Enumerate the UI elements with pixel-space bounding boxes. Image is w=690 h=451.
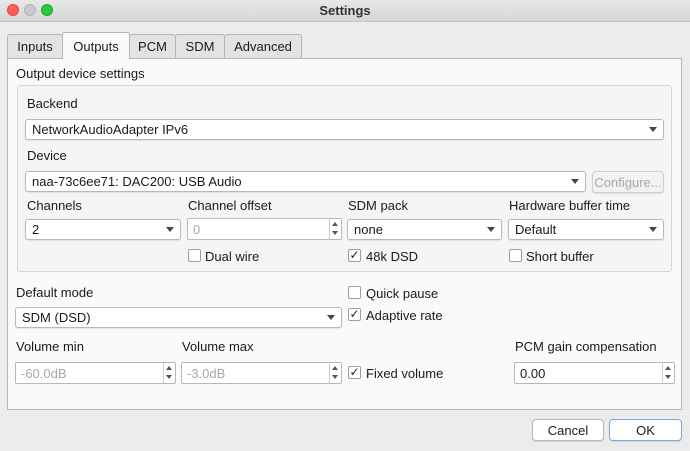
channel-offset-label: Channel offset: [188, 198, 272, 213]
chevron-down-icon: [166, 227, 174, 232]
channel-offset-value: 0: [193, 221, 201, 237]
output-group-title: Output device settings: [16, 66, 145, 81]
pcm-gain-label: PCM gain compensation: [515, 339, 657, 354]
backend-select[interactable]: NetworkAudioAdapter IPv6: [25, 119, 664, 140]
backend-value: NetworkAudioAdapter IPv6: [32, 122, 189, 137]
quick-pause-label: Quick pause: [366, 286, 439, 301]
spin-up-icon: [166, 366, 172, 370]
spin-up-icon: [332, 222, 338, 226]
channels-select[interactable]: 2: [25, 219, 181, 240]
spin-up-icon: [665, 366, 671, 370]
device-value: naa-73c6ee71: DAC200: USB Audio: [32, 174, 242, 189]
spin-up-icon: [332, 366, 338, 370]
volume-max-spinbox[interactable]: -3.0dB: [181, 362, 342, 384]
chevron-down-icon: [649, 227, 657, 232]
dual-wire-checkbox[interactable]: [188, 249, 201, 262]
volume-min-value: -60.0dB: [21, 365, 67, 381]
short-buffer-checkbox[interactable]: [509, 249, 522, 262]
channels-value: 2: [32, 222, 40, 237]
dsd48k-checkbox[interactable]: ✓: [348, 249, 361, 262]
window-title: Settings: [319, 3, 371, 18]
default-mode-select[interactable]: SDM (DSD): [15, 307, 342, 328]
pcm-gain-value: 0.00: [520, 365, 546, 381]
tab-advanced[interactable]: Advanced: [224, 34, 302, 58]
hw-buffer-label: Hardware buffer time: [509, 198, 631, 213]
short-buffer-label: Short buffer: [526, 249, 594, 264]
default-mode-label: Default mode: [16, 285, 94, 300]
spin-buttons[interactable]: [662, 363, 674, 383]
pcm-gain-spinbox[interactable]: 0.00: [514, 362, 675, 384]
chevron-down-icon: [649, 127, 657, 132]
fixed-volume-label: Fixed volume: [366, 366, 444, 381]
tab-outputs[interactable]: Outputs: [62, 32, 130, 59]
device-label: Device: [27, 148, 67, 163]
dsd48k-label: 48k DSD: [366, 249, 419, 264]
hw-buffer-value: Default: [515, 222, 557, 237]
chevron-down-icon: [487, 227, 495, 232]
sdm-pack-value: none: [354, 222, 383, 237]
fixed-volume-checkbox[interactable]: ✓: [348, 366, 361, 379]
sdm-pack-select[interactable]: none: [347, 219, 502, 240]
device-select[interactable]: naa-73c6ee71: DAC200: USB Audio: [25, 171, 586, 192]
chevron-down-icon: [327, 315, 335, 320]
spin-buttons[interactable]: [329, 363, 341, 383]
spin-down-icon: [665, 375, 671, 379]
hw-buffer-select[interactable]: Default: [508, 219, 664, 240]
spin-down-icon: [166, 375, 172, 379]
ok-button[interactable]: OK: [609, 419, 682, 441]
tab-sdm[interactable]: SDM: [175, 34, 225, 58]
cancel-button[interactable]: Cancel: [532, 419, 604, 441]
backend-label: Backend: [27, 96, 78, 111]
spin-buttons[interactable]: [329, 219, 341, 239]
volume-max-label: Volume max: [182, 339, 254, 354]
volume-min-label: Volume min: [16, 339, 84, 354]
default-mode-value: SDM (DSD): [22, 310, 91, 325]
volume-min-spinbox[interactable]: -60.0dB: [15, 362, 176, 384]
dual-wire-label: Dual wire: [205, 249, 260, 264]
spin-buttons[interactable]: [163, 363, 175, 383]
chevron-down-icon: [571, 179, 579, 184]
tab-inputs[interactable]: Inputs: [7, 34, 63, 58]
quick-pause-checkbox[interactable]: [348, 286, 361, 299]
configure-button[interactable]: Configure...: [592, 171, 664, 193]
spin-down-icon: [332, 231, 338, 235]
channels-label: Channels: [27, 198, 82, 213]
sdm-pack-label: SDM pack: [348, 198, 408, 213]
volume-max-value: -3.0dB: [187, 365, 226, 381]
adaptive-rate-checkbox[interactable]: ✓: [348, 308, 361, 321]
channel-offset-spinbox[interactable]: 0: [187, 218, 342, 240]
tab-pcm[interactable]: PCM: [129, 34, 176, 58]
spin-down-icon: [332, 375, 338, 379]
adaptive-rate-label: Adaptive rate: [366, 308, 443, 323]
